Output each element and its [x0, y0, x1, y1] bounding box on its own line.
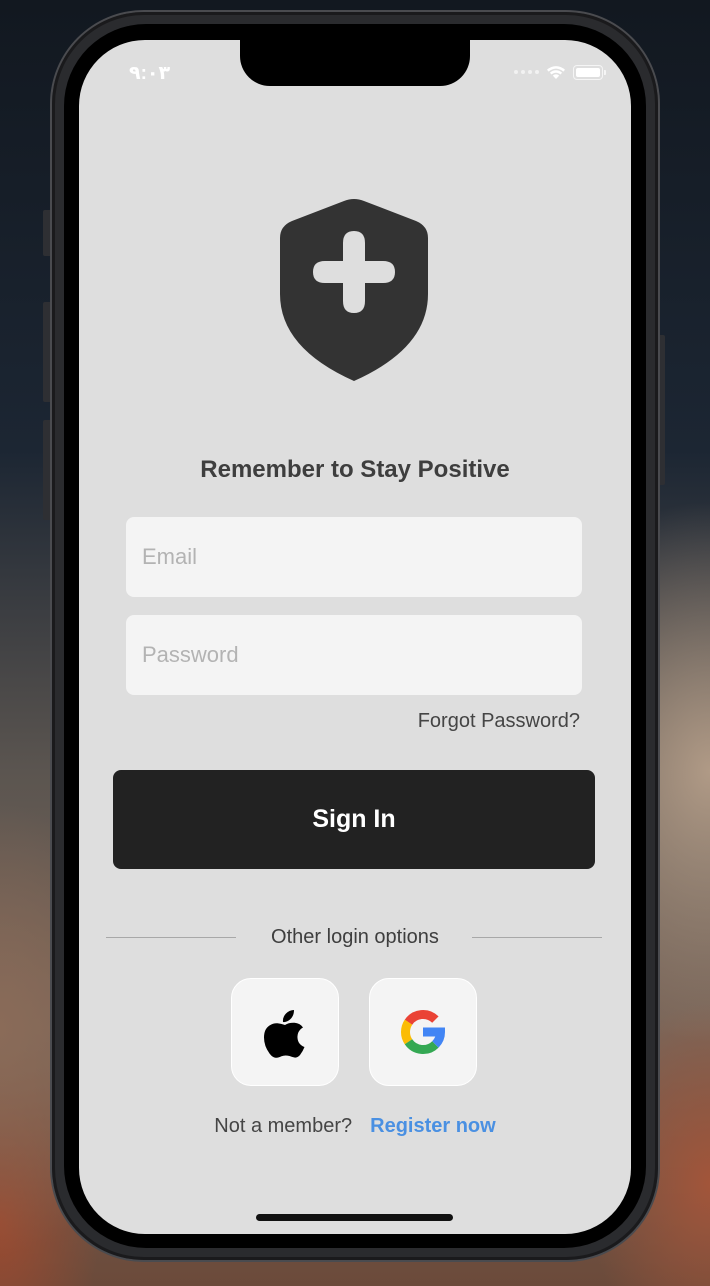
register-now-link[interactable]: Register now	[370, 1115, 496, 1138]
not-member-text: Not a member?	[214, 1115, 353, 1137]
phone-screen: ٩:٠٣ Remember to Stay Positive Forgot Pa…	[79, 40, 631, 1234]
forgot-password-link[interactable]: Forgot Password?	[418, 710, 580, 733]
home-indicator[interactable]	[256, 1214, 453, 1221]
power-button	[657, 335, 665, 485]
google-icon	[401, 1009, 446, 1055]
status-icons	[514, 64, 606, 80]
divider-right	[472, 937, 602, 938]
status-time: ٩:٠٣	[129, 63, 171, 84]
sign-in-button[interactable]: Sign In	[113, 770, 595, 869]
shield-plus-logo-icon	[280, 199, 428, 381]
battery-icon	[573, 64, 606, 80]
apple-login-button[interactable]	[231, 978, 339, 1086]
footer: Not a member? Register now	[79, 1115, 631, 1138]
notch	[240, 40, 470, 86]
wifi-icon	[547, 66, 565, 79]
password-field[interactable]	[126, 615, 582, 695]
google-login-button[interactable]	[369, 978, 477, 1086]
email-field[interactable]	[126, 517, 582, 597]
cellular-signal-icon	[514, 70, 539, 74]
apple-icon	[264, 1010, 305, 1058]
headline: Remember to Stay Positive	[200, 456, 510, 483]
